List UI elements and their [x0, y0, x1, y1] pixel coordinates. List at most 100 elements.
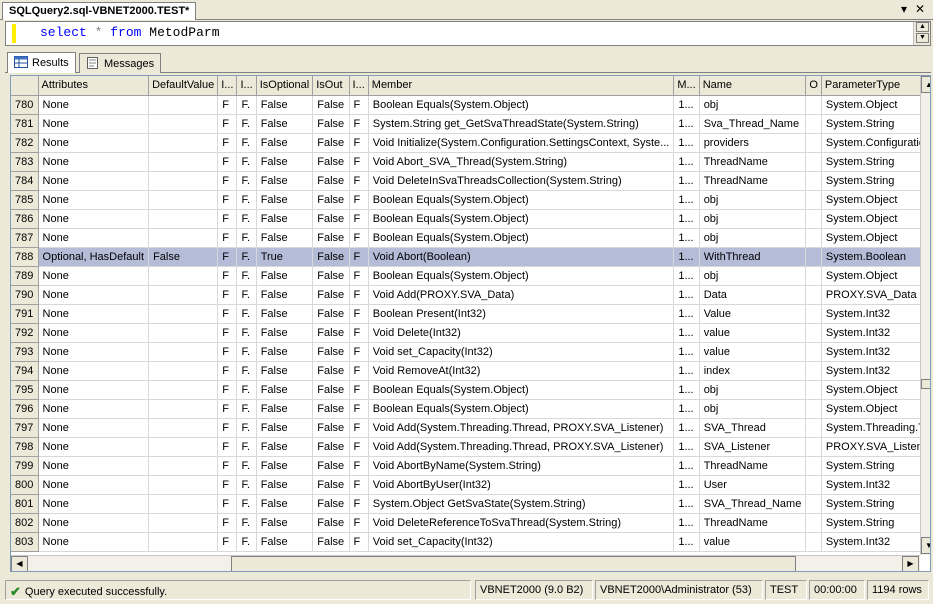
table-cell[interactable]: False [312, 361, 350, 381]
table-cell[interactable]: False [312, 152, 350, 172]
table-cell[interactable]: F [349, 361, 369, 381]
table-cell[interactable]: F [217, 513, 238, 533]
table-cell[interactable]: 1... [673, 532, 700, 552]
row-number[interactable]: 801 [11, 494, 39, 514]
table-cell[interactable]: F [217, 380, 238, 400]
table-cell[interactable]: F [349, 513, 369, 533]
table-row[interactable]: 796 None F F. False False F Boolean Equals(Syst… [11, 399, 930, 419]
table-cell[interactable]: F [349, 532, 369, 552]
table-cell[interactable]: False [312, 475, 350, 495]
table-cell[interactable] [805, 437, 822, 457]
tab-results[interactable]: Results [7, 52, 76, 73]
table-cell[interactable]: F. [236, 475, 257, 495]
table-cell[interactable]: F [349, 171, 369, 191]
table-row[interactable]: 799 None F F. False False F Void AbortByName(Sy… [11, 456, 930, 476]
table-cell[interactable]: None [38, 456, 150, 476]
table-cell[interactable]: F. [236, 437, 257, 457]
column-header[interactable]: Name [699, 76, 807, 96]
table-row[interactable]: 800 None F F. False False F Void AbortByUser(In… [11, 475, 930, 495]
table-cell[interactable]: System.Int32 [821, 323, 930, 343]
table-cell[interactable]: F. [236, 399, 257, 419]
table-cell[interactable]: False [312, 266, 350, 286]
table-cell[interactable]: None [38, 304, 150, 324]
table-cell[interactable]: System.String [821, 114, 930, 134]
table-cell[interactable]: Data [699, 285, 807, 305]
table-cell[interactable]: WithThread [699, 247, 807, 267]
table-cell[interactable]: obj [699, 380, 807, 400]
table-row[interactable]: 795 None F F. False False F Boolean Equals(Syst… [11, 380, 930, 400]
table-cell[interactable]: 1... [673, 133, 700, 153]
table-cell[interactable] [805, 418, 822, 438]
table-row[interactable]: 781 None F F. False False F System.String get_G… [11, 114, 930, 134]
table-row[interactable]: 786 None F F. False False F Boolean Equals(Syst… [11, 209, 930, 229]
table-cell[interactable]: False [312, 399, 350, 419]
table-cell[interactable]: obj [699, 209, 807, 229]
table-cell[interactable]: value [699, 342, 807, 362]
table-cell[interactable]: ThreadName [699, 171, 807, 191]
table-cell[interactable]: False [312, 437, 350, 457]
table-row[interactable]: 789 None F F. False False F Boolean Equals(Syst… [11, 266, 930, 286]
row-number[interactable]: 798 [11, 437, 39, 457]
table-cell[interactable]: 1... [673, 209, 700, 229]
table-cell[interactable]: F. [236, 247, 257, 267]
table-cell[interactable]: obj [699, 95, 807, 115]
table-cell[interactable]: F [349, 323, 369, 343]
table-cell[interactable]: None [38, 209, 150, 229]
table-cell[interactable]: User [699, 475, 807, 495]
vertical-scroll-thumb[interactable] [921, 379, 930, 389]
table-cell[interactable]: False [312, 532, 350, 552]
row-number[interactable]: 795 [11, 380, 39, 400]
table-cell[interactable]: False [256, 494, 314, 514]
table-cell[interactable] [148, 342, 219, 362]
row-number[interactable]: 780 [11, 95, 39, 115]
table-cell[interactable]: None [38, 152, 150, 172]
table-cell[interactable]: 1... [673, 247, 700, 267]
table-cell[interactable] [805, 266, 822, 286]
table-cell[interactable]: System.Int32 [821, 532, 930, 552]
table-cell[interactable]: None [38, 114, 150, 134]
table-cell[interactable] [805, 285, 822, 305]
table-cell[interactable]: False [256, 95, 314, 115]
table-cell[interactable]: Boolean Equals(System.Object) [368, 380, 675, 400]
table-cell[interactable]: F [349, 190, 369, 210]
table-cell[interactable] [805, 361, 822, 381]
table-cell[interactable]: ThreadName [699, 456, 807, 476]
table-cell[interactable]: False [256, 513, 314, 533]
table-cell[interactable]: F [349, 456, 369, 476]
table-cell[interactable]: F [349, 418, 369, 438]
table-cell[interactable]: Void set_Capacity(Int32) [368, 532, 675, 552]
table-cell[interactable] [805, 209, 822, 229]
table-cell[interactable]: F [217, 323, 238, 343]
table-cell[interactable] [805, 247, 822, 267]
table-cell[interactable]: System.Object [821, 95, 930, 115]
table-cell[interactable] [148, 209, 219, 229]
table-cell[interactable]: System.Int32 [821, 342, 930, 362]
table-cell[interactable]: ThreadName [699, 152, 807, 172]
horizontal-scroll-thumb[interactable] [231, 556, 796, 571]
table-cell[interactable]: F [349, 494, 369, 514]
table-cell[interactable]: None [38, 342, 150, 362]
table-cell[interactable]: PROXY.SVA_Listen [821, 437, 930, 457]
row-number[interactable]: 788 [11, 247, 39, 267]
table-row[interactable]: 803 None F F. False False F Void set_Capacity(I… [11, 532, 930, 552]
table-cell[interactable] [805, 95, 822, 115]
table-row[interactable]: 780 None F F. False False F Boolean Equals(Syst… [11, 95, 930, 115]
table-cell[interactable]: 1... [673, 475, 700, 495]
table-cell[interactable]: False [256, 266, 314, 286]
table-cell[interactable]: Sva_Thread_Name [699, 114, 807, 134]
table-cell[interactable]: None [38, 285, 150, 305]
row-number[interactable]: 783 [11, 152, 39, 172]
table-cell[interactable]: None [38, 133, 150, 153]
table-cell[interactable]: None [38, 532, 150, 552]
table-cell[interactable]: F [217, 437, 238, 457]
table-row[interactable]: 785 None F F. False False F Boolean Equals(Syst… [11, 190, 930, 210]
row-number[interactable]: 786 [11, 209, 39, 229]
table-cell[interactable]: F [217, 209, 238, 229]
table-cell[interactable] [148, 513, 219, 533]
table-cell[interactable]: providers [699, 133, 807, 153]
table-cell[interactable]: 1... [673, 285, 700, 305]
table-cell[interactable]: None [38, 399, 150, 419]
table-cell[interactable]: F. [236, 304, 257, 324]
table-row[interactable]: 790 None F F. False False F Void Add(PROXY.SVA_… [11, 285, 930, 305]
table-cell[interactable] [805, 323, 822, 343]
